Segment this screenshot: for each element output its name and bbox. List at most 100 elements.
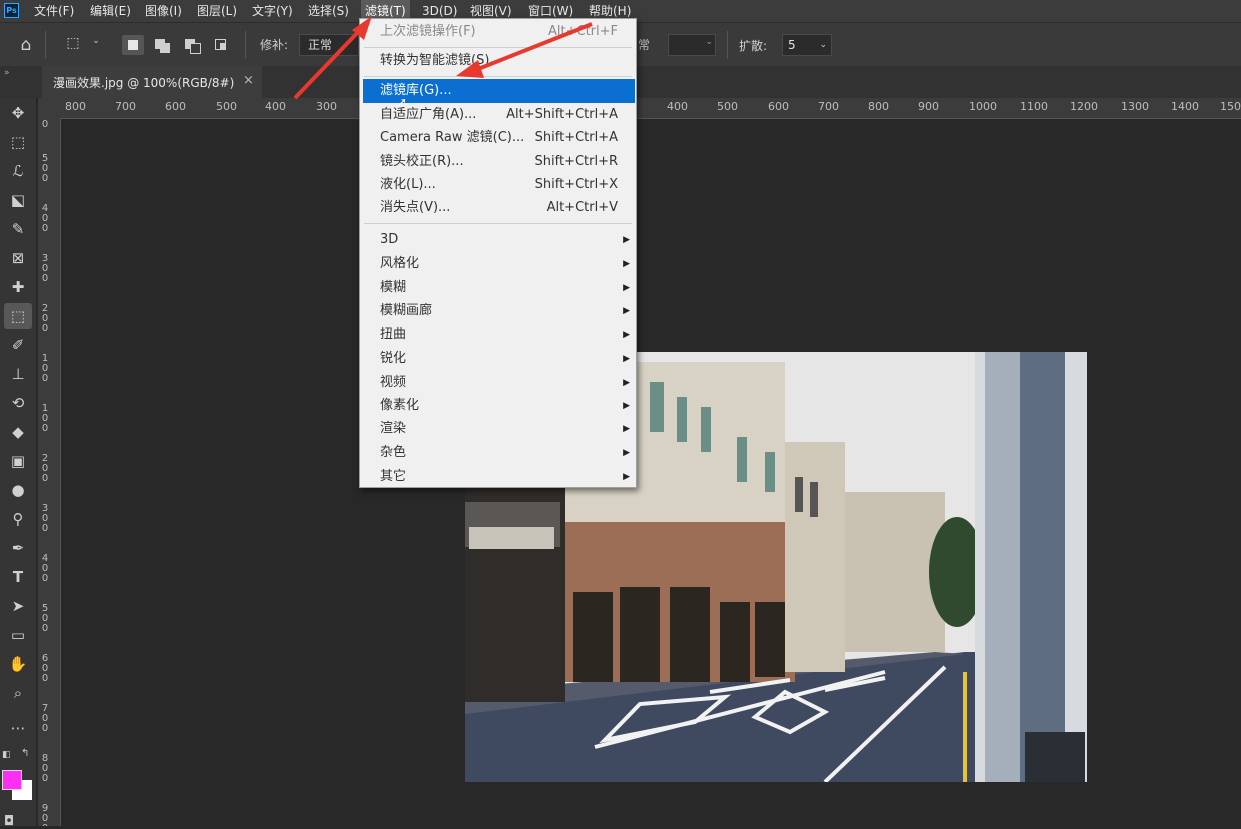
menu-item-sharpen[interactable]: 锐化 ▶ xyxy=(360,347,636,371)
swap-colors-icon[interactable]: ↰ xyxy=(21,748,29,759)
menu-item-distort[interactable]: 扭曲 ▶ xyxy=(360,323,636,347)
menu-item-video[interactable]: 视频 ▶ xyxy=(360,371,636,395)
menu-item-pixelate[interactable]: 像素化 ▶ xyxy=(360,394,636,418)
spread-select[interactable]: 5 ⌄ xyxy=(782,34,832,56)
menu-item-adaptive-wide-angle[interactable]: 自适应广角(A)... Alt+Shift+Ctrl+A xyxy=(360,103,636,127)
lasso-tool-icon[interactable]: ℒ xyxy=(4,158,32,184)
menu-item-stylize[interactable]: 风格化 ▶ xyxy=(360,252,636,276)
rectangle-tool-icon[interactable]: ▭ xyxy=(4,622,32,648)
path-selection-tool-icon[interactable]: ➤ xyxy=(4,593,32,619)
repair-mode-select[interactable]: 正常 xyxy=(299,34,359,56)
menu-type[interactable]: 文字(Y) xyxy=(248,0,297,22)
menu-item-noise[interactable]: 杂色 ▶ xyxy=(360,441,636,465)
ruler-tick: 600 xyxy=(41,653,49,684)
history-brush-tool-icon[interactable]: ⟲ xyxy=(4,390,32,416)
ruler-tick: 700 xyxy=(115,100,136,113)
menu-item-3d[interactable]: 3D ▶ xyxy=(360,228,636,252)
square-icon xyxy=(220,43,226,49)
new-selection-button[interactable] xyxy=(122,35,144,55)
ruler-tick: 800 xyxy=(41,753,49,784)
menu-edit[interactable]: 编辑(E) xyxy=(86,0,135,22)
home-icon[interactable]: ⌂ xyxy=(16,35,36,55)
chevron-down-icon[interactable]: ⌄ xyxy=(90,36,102,54)
divider xyxy=(727,31,728,59)
vertical-ruler[interactable]: 0 500 400 300 200 100 100 200 300 400 50… xyxy=(38,118,61,826)
stamp-tool-icon[interactable]: ⊥ xyxy=(4,361,32,387)
intersect-selection-button[interactable] xyxy=(212,35,234,55)
healing-brush-tool-icon[interactable]: ✚ xyxy=(4,274,32,300)
ruler-tick: 800 xyxy=(65,100,86,113)
tools-panel: ✥ ⬚ ℒ ⬕ ✎ ⊠ ✚ ⬚ ✐ ⊥ ⟲ ◆ ▣ ● ⚲ ✒ T ➤ ▭ ✋ … xyxy=(0,98,36,829)
menu-item-camera-raw[interactable]: Camera Raw 滤镜(C)... Shift+Ctrl+A xyxy=(360,126,636,150)
eraser-tool-icon[interactable]: ◆ xyxy=(4,419,32,445)
blur-tool-icon[interactable]: ● xyxy=(4,477,32,503)
spread-label: 扩散: xyxy=(739,39,768,53)
ruler-tick: 150 xyxy=(1220,100,1241,113)
foreground-color-swatch[interactable] xyxy=(2,770,22,790)
document-tab[interactable]: 漫画效果.jpg @ 100%(RGB/8#) × xyxy=(42,66,262,98)
type-tool-icon[interactable]: T xyxy=(4,564,32,590)
horizontal-ruler[interactable]: 800 700 600 500 400 300 400 500 600 700 … xyxy=(60,98,1241,119)
menu-image[interactable]: 图像(I) xyxy=(141,0,186,22)
gradient-tool-icon[interactable]: ▣ xyxy=(4,448,32,474)
eyedropper-tool-icon[interactable]: ✎ xyxy=(4,216,32,242)
document-tab-title: 漫画效果.jpg @ 100%(RGB/8#) xyxy=(53,76,235,90)
menu-item-blur[interactable]: 模糊 ▶ xyxy=(360,276,636,300)
option-dropdown[interactable]: ⌄ xyxy=(668,34,716,56)
menu-item-last-filter[interactable]: 上次滤镜操作(F) Alt+Ctrl+F xyxy=(360,20,636,44)
ruler-tick: 600 xyxy=(165,100,186,113)
more-tools-icon[interactable]: ⋯ xyxy=(4,715,32,741)
submenu-arrow-icon: ▶ xyxy=(623,259,630,269)
menu-item-other[interactable]: 其它 ▶ xyxy=(360,465,636,489)
ruler-tick: 700 xyxy=(818,100,839,113)
default-colors-icon[interactable]: ◧ xyxy=(2,750,11,760)
menu-select[interactable]: 选择(S) xyxy=(304,0,353,22)
ruler-tick: 900 xyxy=(41,803,49,827)
pen-tool-icon[interactable]: ✒ xyxy=(4,535,32,561)
move-tool-icon[interactable]: ✥ xyxy=(4,100,32,126)
menu-layer[interactable]: 图层(L) xyxy=(193,0,241,22)
hand-tool-icon[interactable]: ✋ xyxy=(4,651,32,677)
ruler-tick: 400 xyxy=(41,553,49,584)
patch-tool-icon[interactable]: ⬚ xyxy=(62,35,84,55)
submenu-arrow-icon: ▶ xyxy=(623,401,630,411)
patch-tool-icon[interactable]: ⬚ xyxy=(4,303,32,329)
menu-separator xyxy=(364,223,632,224)
ruler-tick: 0 xyxy=(41,119,49,130)
ruler-tick: 200 xyxy=(41,303,49,334)
collapse-panel-icon[interactable]: » xyxy=(4,68,10,78)
repair-label: 修补: xyxy=(260,38,289,52)
ruler-tick: 400 xyxy=(265,100,286,113)
ruler-corner xyxy=(38,98,60,118)
marquee-tool-icon[interactable]: ⬚ xyxy=(4,129,32,155)
close-icon[interactable]: × xyxy=(243,73,254,88)
menu-item-convert-smart-filter[interactable]: 转换为智能滤镜(S) xyxy=(360,49,636,73)
zoom-tool-icon[interactable]: ⌕ xyxy=(4,680,32,706)
ruler-tick: 400 xyxy=(667,100,688,113)
hidden-option-text: 常 xyxy=(638,38,651,52)
menu-item-lens-correction[interactable]: 镜头校正(R)... Shift+Ctrl+R xyxy=(360,150,636,174)
menu-item-vanishing-point[interactable]: 消失点(V)... Alt+Ctrl+V xyxy=(360,196,636,220)
menu-item-render[interactable]: 渲染 ▶ xyxy=(360,417,636,441)
chevron-down-icon: ⌄ xyxy=(705,37,713,47)
add-selection-button[interactable] xyxy=(152,35,174,55)
square-icon xyxy=(160,43,170,53)
ruler-tick: 1300 xyxy=(1121,100,1149,113)
photoshop-logo-icon[interactable]: Ps xyxy=(4,3,19,18)
ruler-tick: 800 xyxy=(868,100,889,113)
ruler-tick: 300 xyxy=(316,100,337,113)
dodge-tool-icon[interactable]: ⚲ xyxy=(4,506,32,532)
quick-select-tool-icon[interactable]: ⬕ xyxy=(4,187,32,213)
menu-item-liquify[interactable]: 液化(L)... Shift+Ctrl+X xyxy=(360,173,636,197)
brush-tool-icon[interactable]: ✐ xyxy=(4,332,32,358)
menu-file[interactable]: 文件(F) xyxy=(30,0,78,22)
submenu-arrow-icon: ▶ xyxy=(623,448,630,458)
divider xyxy=(45,31,46,59)
subtract-selection-button[interactable] xyxy=(182,35,204,55)
quick-mask-icon[interactable]: ◘ xyxy=(4,814,14,829)
menu-item-blur-gallery[interactable]: 模糊画廊 ▶ xyxy=(360,299,636,323)
frame-tool-icon[interactable]: ⊠ xyxy=(4,245,32,271)
ruler-tick: 200 xyxy=(41,453,49,484)
filter-dropdown-menu: 上次滤镜操作(F) Alt+Ctrl+F 转换为智能滤镜(S) 滤镜库(G)..… xyxy=(359,18,637,488)
spread-value: 5 xyxy=(788,38,796,52)
